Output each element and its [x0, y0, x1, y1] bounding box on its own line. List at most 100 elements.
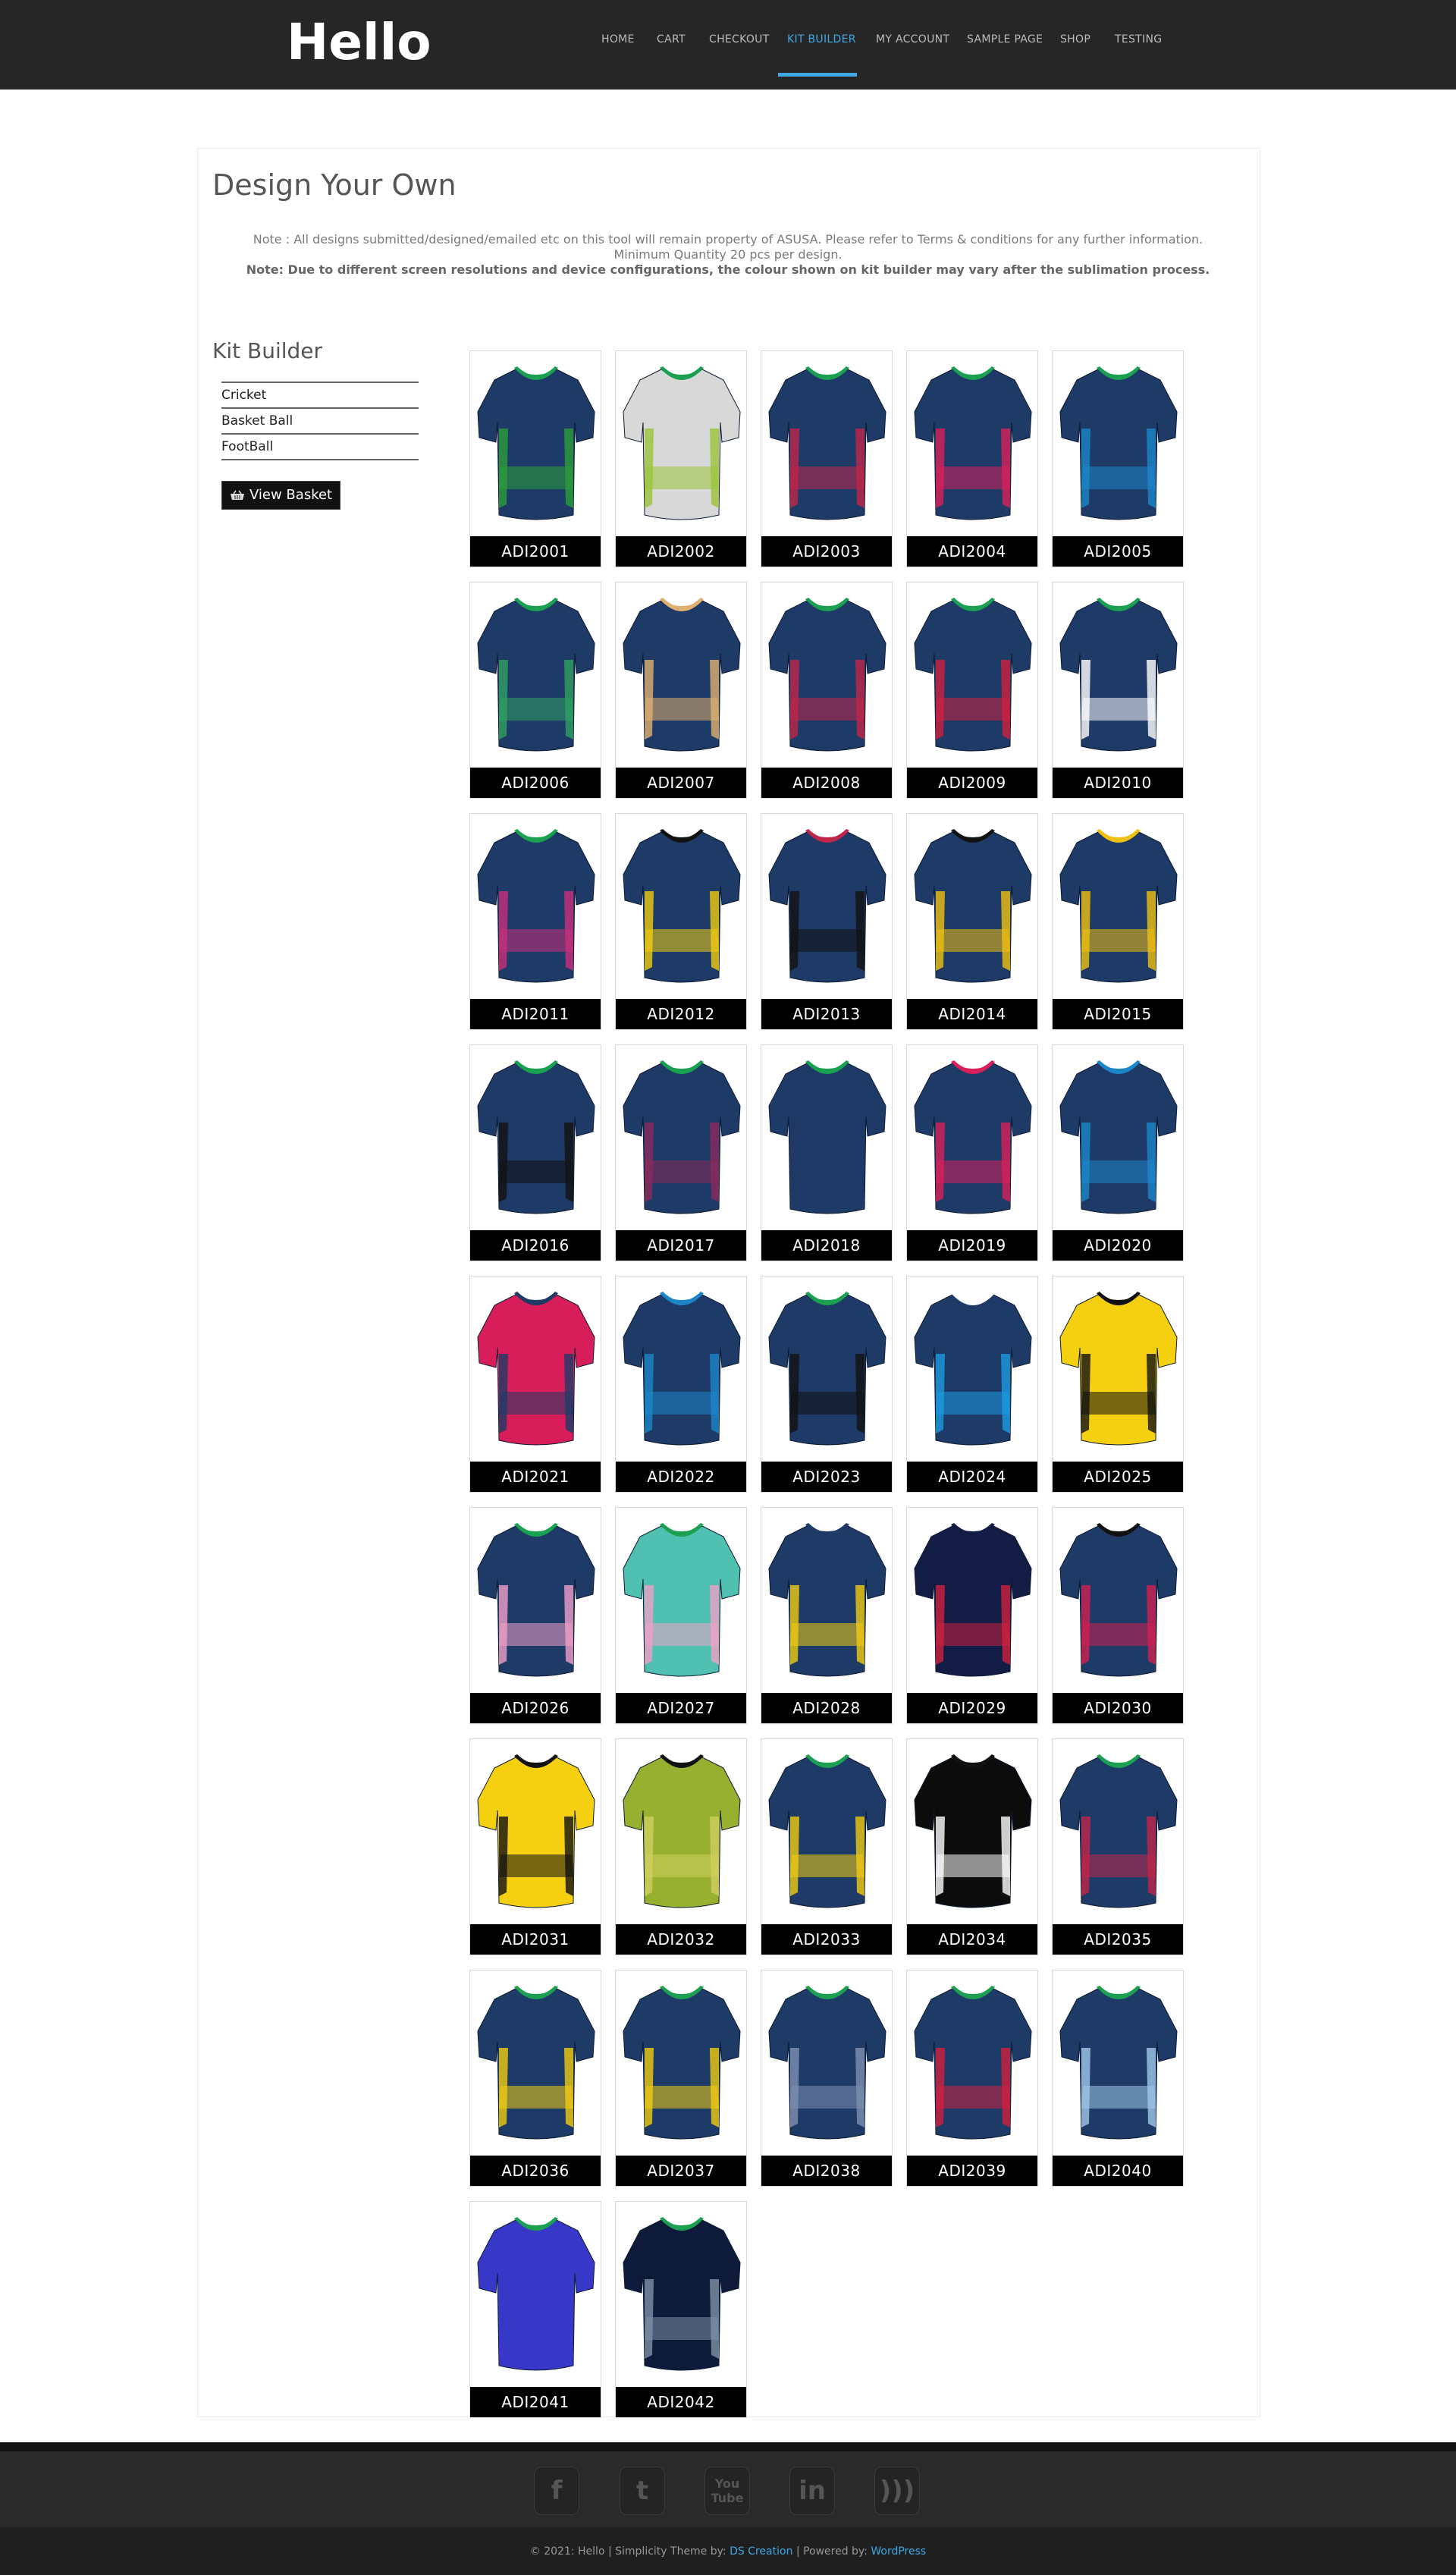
design-tile-adi2023[interactable]: ADI2023 — [761, 1276, 893, 1493]
jersey-image — [623, 598, 741, 752]
design-code-label: ADI2005 — [1053, 536, 1183, 567]
design-tile-adi2040[interactable]: ADI2040 — [1052, 1970, 1184, 2187]
jersey-image — [477, 598, 595, 752]
design-tile-adi2020[interactable]: ADI2020 — [1052, 1044, 1184, 1261]
jersey-image — [768, 829, 886, 983]
design-code-label: ADI2002 — [616, 536, 746, 567]
design-tile-adi2033[interactable]: ADI2033 — [761, 1738, 893, 1955]
design-code-label: ADI2006 — [470, 768, 601, 798]
design-tile-adi2042[interactable]: ADI2042 — [615, 2201, 747, 2418]
nav-shop[interactable]: SHOP — [1060, 33, 1090, 46]
design-code-label: ADI2014 — [907, 999, 1037, 1029]
category-cricket[interactable]: Cricket — [221, 383, 419, 409]
linkedin-icon[interactable]: in — [789, 2467, 835, 2515]
design-code-label: ADI2016 — [470, 1230, 601, 1261]
design-code-label: ADI2027 — [616, 1693, 746, 1723]
design-tile-adi2036[interactable]: ADI2036 — [469, 1970, 601, 2187]
design-tile-adi2001[interactable]: ADI2001 — [469, 350, 601, 567]
jersey-image — [623, 2217, 741, 2371]
design-tile-adi2030[interactable]: ADI2030 — [1052, 1507, 1184, 1724]
design-tile-adi2038[interactable]: ADI2038 — [761, 1970, 893, 2187]
design-tile-adi2029[interactable]: ADI2029 — [906, 1507, 1038, 1724]
design-tile-adi2031[interactable]: ADI2031 — [469, 1738, 601, 1955]
nav-testing[interactable]: TESTING — [1115, 33, 1162, 46]
jersey-image — [768, 1523, 886, 1677]
design-tile-adi2002[interactable]: ADI2002 — [615, 350, 747, 567]
wordpress-link[interactable]: WordPress — [871, 2545, 926, 2558]
design-tile-adi2017[interactable]: ADI2017 — [615, 1044, 747, 1261]
design-tile-adi2022[interactable]: ADI2022 — [615, 1276, 747, 1493]
design-tile-adi2011[interactable]: ADI2011 — [469, 813, 601, 1030]
youtube-icon[interactable]: You Tube — [704, 2467, 750, 2515]
note-line-1: Note : All designs submitted/designed/em… — [253, 232, 1203, 247]
design-tile-adi2021[interactable]: ADI2021 — [469, 1276, 601, 1493]
jersey-image — [623, 1060, 741, 1214]
jersey-image — [768, 1292, 886, 1446]
design-tile-adi2013[interactable]: ADI2013 — [761, 813, 893, 1030]
design-code-label: ADI2010 — [1053, 768, 1183, 798]
design-code-label: ADI2011 — [470, 999, 601, 1029]
jersey-image — [623, 829, 741, 983]
design-tile-adi2016[interactable]: ADI2016 — [469, 1044, 601, 1261]
design-tile-adi2025[interactable]: ADI2025 — [1052, 1276, 1184, 1493]
design-tile-adi2024[interactable]: ADI2024 — [906, 1276, 1038, 1493]
design-code-label: ADI2007 — [616, 768, 746, 798]
rss-icon[interactable]: ))) — [874, 2467, 920, 2515]
design-tile-adi2041[interactable]: ADI2041 — [469, 2201, 601, 2418]
design-tile-adi2003[interactable]: ADI2003 — [761, 350, 893, 567]
design-tile-adi2032[interactable]: ADI2032 — [615, 1738, 747, 1955]
design-code-label: ADI2008 — [761, 768, 892, 798]
design-tile-adi2026[interactable]: ADI2026 — [469, 1507, 601, 1724]
design-tile-adi2019[interactable]: ADI2019 — [906, 1044, 1038, 1261]
view-basket-button[interactable]: View Basket — [221, 481, 340, 510]
nav-checkout[interactable]: CHECKOUT — [709, 33, 770, 46]
design-tile-adi2006[interactable]: ADI2006 — [469, 582, 601, 799]
design-code-label: ADI2029 — [907, 1693, 1037, 1723]
design-code-label: ADI2034 — [907, 1924, 1037, 1955]
jersey-image — [914, 1292, 1032, 1446]
design-tile-adi2028[interactable]: ADI2028 — [761, 1507, 893, 1724]
category-football[interactable]: FootBall — [221, 435, 419, 460]
jersey-image — [477, 366, 595, 520]
design-tile-adi2008[interactable]: ADI2008 — [761, 582, 893, 799]
design-code-label: ADI2038 — [761, 2156, 892, 2186]
jersey-image — [623, 1986, 741, 2140]
jersey-image — [768, 1060, 886, 1214]
nav-home[interactable]: HOME — [601, 33, 635, 46]
jersey-image — [623, 1292, 741, 1446]
design-tile-adi2018[interactable]: ADI2018 — [761, 1044, 893, 1261]
nav-my-account[interactable]: MY ACCOUNT — [876, 33, 949, 46]
jersey-image — [768, 1754, 886, 1908]
site-logo[interactable]: Hello — [287, 12, 431, 73]
design-tile-adi2009[interactable]: ADI2009 — [906, 582, 1038, 799]
design-tile-adi2004[interactable]: ADI2004 — [906, 350, 1038, 567]
jersey-image — [1059, 1292, 1178, 1446]
design-tile-adi2007[interactable]: ADI2007 — [615, 582, 747, 799]
nav-sample-page[interactable]: SAMPLE PAGE — [967, 33, 1043, 46]
category-list: Cricket Basket Ball FootBall — [221, 382, 419, 460]
design-tile-adi2027[interactable]: ADI2027 — [615, 1507, 747, 1724]
design-tile-adi2035[interactable]: ADI2035 — [1052, 1738, 1184, 1955]
design-code-label: ADI2021 — [470, 1462, 601, 1492]
design-tile-adi2034[interactable]: ADI2034 — [906, 1738, 1038, 1955]
design-tile-adi2039[interactable]: ADI2039 — [906, 1970, 1038, 2187]
design-tile-adi2010[interactable]: ADI2010 — [1052, 582, 1184, 799]
design-code-label: ADI2022 — [616, 1462, 746, 1492]
design-code-label: ADI2032 — [616, 1924, 746, 1955]
jersey-image — [477, 1986, 595, 2140]
category-basketball[interactable]: Basket Ball — [221, 409, 419, 435]
nav-cart[interactable]: CART — [657, 33, 686, 46]
design-tile-adi2014[interactable]: ADI2014 — [906, 813, 1038, 1030]
design-tile-adi2015[interactable]: ADI2015 — [1052, 813, 1184, 1030]
design-code-label: ADI2035 — [1053, 1924, 1183, 1955]
design-tile-adi2012[interactable]: ADI2012 — [615, 813, 747, 1030]
facebook-icon[interactable]: f — [534, 2467, 579, 2515]
nav-kit-builder[interactable]: KIT BUILDER — [787, 33, 856, 46]
design-tile-adi2005[interactable]: ADI2005 — [1052, 350, 1184, 567]
jersey-image — [768, 366, 886, 520]
design-code-label: ADI2001 — [470, 536, 601, 567]
design-code-label: ADI2004 — [907, 536, 1037, 567]
twitter-icon[interactable]: t — [620, 2467, 665, 2515]
theme-author-link[interactable]: DS Creation — [730, 2545, 792, 2558]
design-tile-adi2037[interactable]: ADI2037 — [615, 1970, 747, 2187]
